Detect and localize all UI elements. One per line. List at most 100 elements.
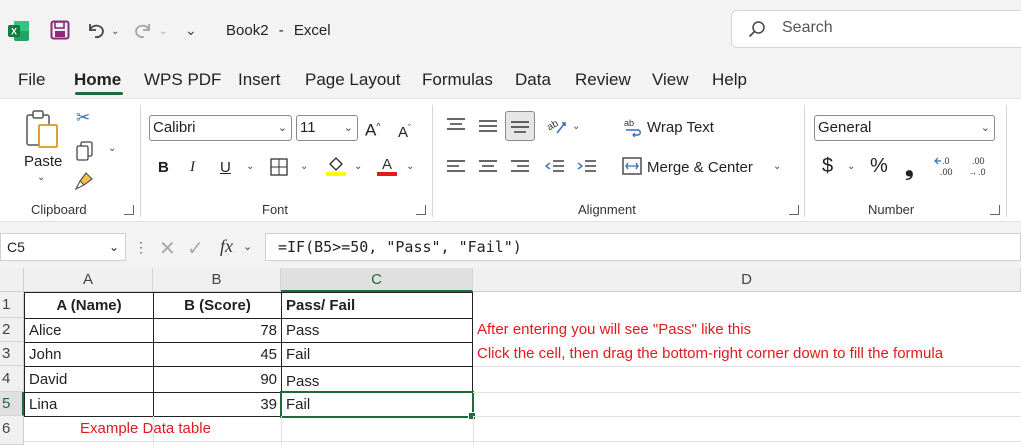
currency-dropdown-icon[interactable]: ⌄ [847,161,855,172]
fill-color-icon[interactable] [325,155,347,177]
cell-d2-note[interactable]: After entering you will see "Pass" like … [473,318,1021,342]
wrap-text-button[interactable]: Wrap Text [647,119,714,136]
number-format-select[interactable]: General ⌄ [814,115,995,141]
format-painter-icon[interactable] [74,171,95,191]
comma-style-button[interactable]: ❟ [905,155,914,181]
column-header-c[interactable]: C [281,268,473,292]
column-header-b[interactable]: B [153,268,281,292]
orientation-icon[interactable]: ab [545,115,567,137]
tab-wps-pdf[interactable]: WPS PDF [144,70,221,90]
search-box[interactable]: Search [731,10,1021,48]
tab-review[interactable]: Review [575,70,631,90]
chevron-down-icon[interactable]: ⌄ [243,240,252,253]
cell-a6-caption[interactable]: Example Data table [76,416,276,442]
increase-font-size-icon[interactable]: A^ [365,117,381,140]
cell-b1[interactable]: B (Score) [153,292,282,319]
decrease-decimal-icon[interactable]: .00 → .0 [966,155,990,177]
decrease-font-size-icon[interactable]: Aˇ [398,119,411,142]
cell-c1[interactable]: Pass/ Fail [281,292,473,319]
row-header-5[interactable]: 5 [0,392,24,416]
row-header-3[interactable]: 3 [0,342,24,366]
font-name-select[interactable]: Calibri ⌄ [149,115,292,141]
worksheet-grid[interactable]: A B C D 1 2 3 4 5 6 A (Name) B (Score) P… [0,268,1021,445]
cell-c2[interactable]: Pass [281,318,473,343]
increase-decimal-icon[interactable]: .0.00 [934,155,958,177]
cell-d3-note[interactable]: Click the cell, then drag the bottom-rig… [473,342,1021,366]
borders-icon[interactable] [270,158,288,176]
paste-dropdown-icon[interactable]: ⌄ [37,172,45,183]
tab-formulas[interactable]: Formulas [422,70,493,90]
alignment-launcher-icon[interactable] [789,205,799,215]
bold-button[interactable]: B [158,159,169,176]
percent-button[interactable]: % [870,155,888,178]
underline-button[interactable]: U [220,159,231,176]
orientation-dropdown-icon[interactable]: ⌄ [572,121,580,132]
cell-c3[interactable]: Fail [281,342,473,367]
underline-dropdown-icon[interactable]: ⌄ [246,161,254,172]
formula-input[interactable]: =IF(B5>=50, "Pass", "Fail") [265,233,1021,261]
name-box[interactable]: C5 ⌄ [0,233,126,261]
font-launcher-icon[interactable] [416,205,426,215]
font-color-dropdown-icon[interactable]: ⌄ [406,161,414,172]
column-header-a[interactable]: A [24,268,153,292]
chevron-down-icon[interactable]: ⌄ [109,234,119,260]
cell-b3[interactable]: 45 [153,342,282,367]
row-header-6[interactable]: 6 [0,416,24,445]
more-options-icon[interactable]: ⋮ [134,239,148,256]
cancel-icon[interactable]: ✕ [159,236,176,261]
column-header-d[interactable]: D [473,268,1021,292]
cell-a5[interactable]: Lina [24,392,154,417]
cell-a2[interactable]: Alice [24,318,154,343]
tab-view[interactable]: View [652,70,689,90]
row-header-1[interactable]: 1 [0,292,24,318]
decrease-indent-icon[interactable] [544,159,565,175]
row-header-2[interactable]: 2 [0,318,24,342]
insert-function-icon[interactable]: fx [220,236,233,257]
copy-dropdown-icon[interactable]: ⌄ [108,143,116,154]
enter-icon[interactable]: ✓ [187,236,204,261]
tab-insert[interactable]: Insert [238,70,281,90]
fill-color-dropdown-icon[interactable]: ⌄ [354,161,362,172]
cell-a3[interactable]: John [24,342,154,367]
tab-data[interactable]: Data [515,70,551,90]
cell-c5-active[interactable]: Fail [280,391,474,418]
top-align-icon[interactable] [446,117,466,133]
cell-b4[interactable]: 90 [153,366,282,393]
merge-center-button[interactable]: Merge & Center [647,159,753,176]
tab-help[interactable]: Help [712,70,747,90]
increase-indent-icon[interactable] [577,159,597,175]
select-all-corner[interactable] [0,268,24,292]
clipboard-launcher-icon[interactable] [124,205,134,215]
row-header-4[interactable]: 4 [0,366,24,392]
save-icon[interactable] [50,20,70,40]
tab-file[interactable]: File [18,70,45,90]
cell-c4[interactable]: Pass [281,366,473,393]
cell-b2[interactable]: 78 [153,318,282,343]
customize-qat-icon[interactable]: ⌄ [185,22,197,39]
cut-icon[interactable]: ✂ [76,109,90,127]
paste-label[interactable]: Paste [24,153,62,170]
font-color-icon[interactable]: A [376,155,398,177]
paste-icon[interactable] [24,109,62,149]
tab-home[interactable]: Home [74,70,121,90]
merge-center-dropdown-icon[interactable]: ⌄ [773,161,781,172]
currency-button[interactable]: $ [822,155,833,178]
tab-page-layout[interactable]: Page Layout [305,70,400,90]
align-right-icon[interactable] [510,159,530,175]
cell-a1[interactable]: A (Name) [24,292,154,319]
undo-dropdown-icon[interactable]: ⌄ [111,26,119,37]
align-center-icon[interactable] [478,159,498,175]
redo-icon[interactable] [133,20,153,40]
italic-button[interactable]: I [190,159,195,176]
align-left-icon[interactable] [446,159,466,175]
borders-dropdown-icon[interactable]: ⌄ [300,161,308,172]
redo-dropdown-icon[interactable]: ⌄ [159,26,167,37]
cell-b5[interactable]: 39 [153,392,282,417]
bottom-align-icon[interactable] [505,111,535,141]
font-size-select[interactable]: 11 ⌄ [296,115,358,141]
undo-icon[interactable] [86,20,106,40]
cell-a4[interactable]: David [24,366,154,393]
number-launcher-icon[interactable] [990,205,1000,215]
middle-align-icon[interactable] [478,119,498,135]
copy-icon[interactable] [76,141,94,161]
